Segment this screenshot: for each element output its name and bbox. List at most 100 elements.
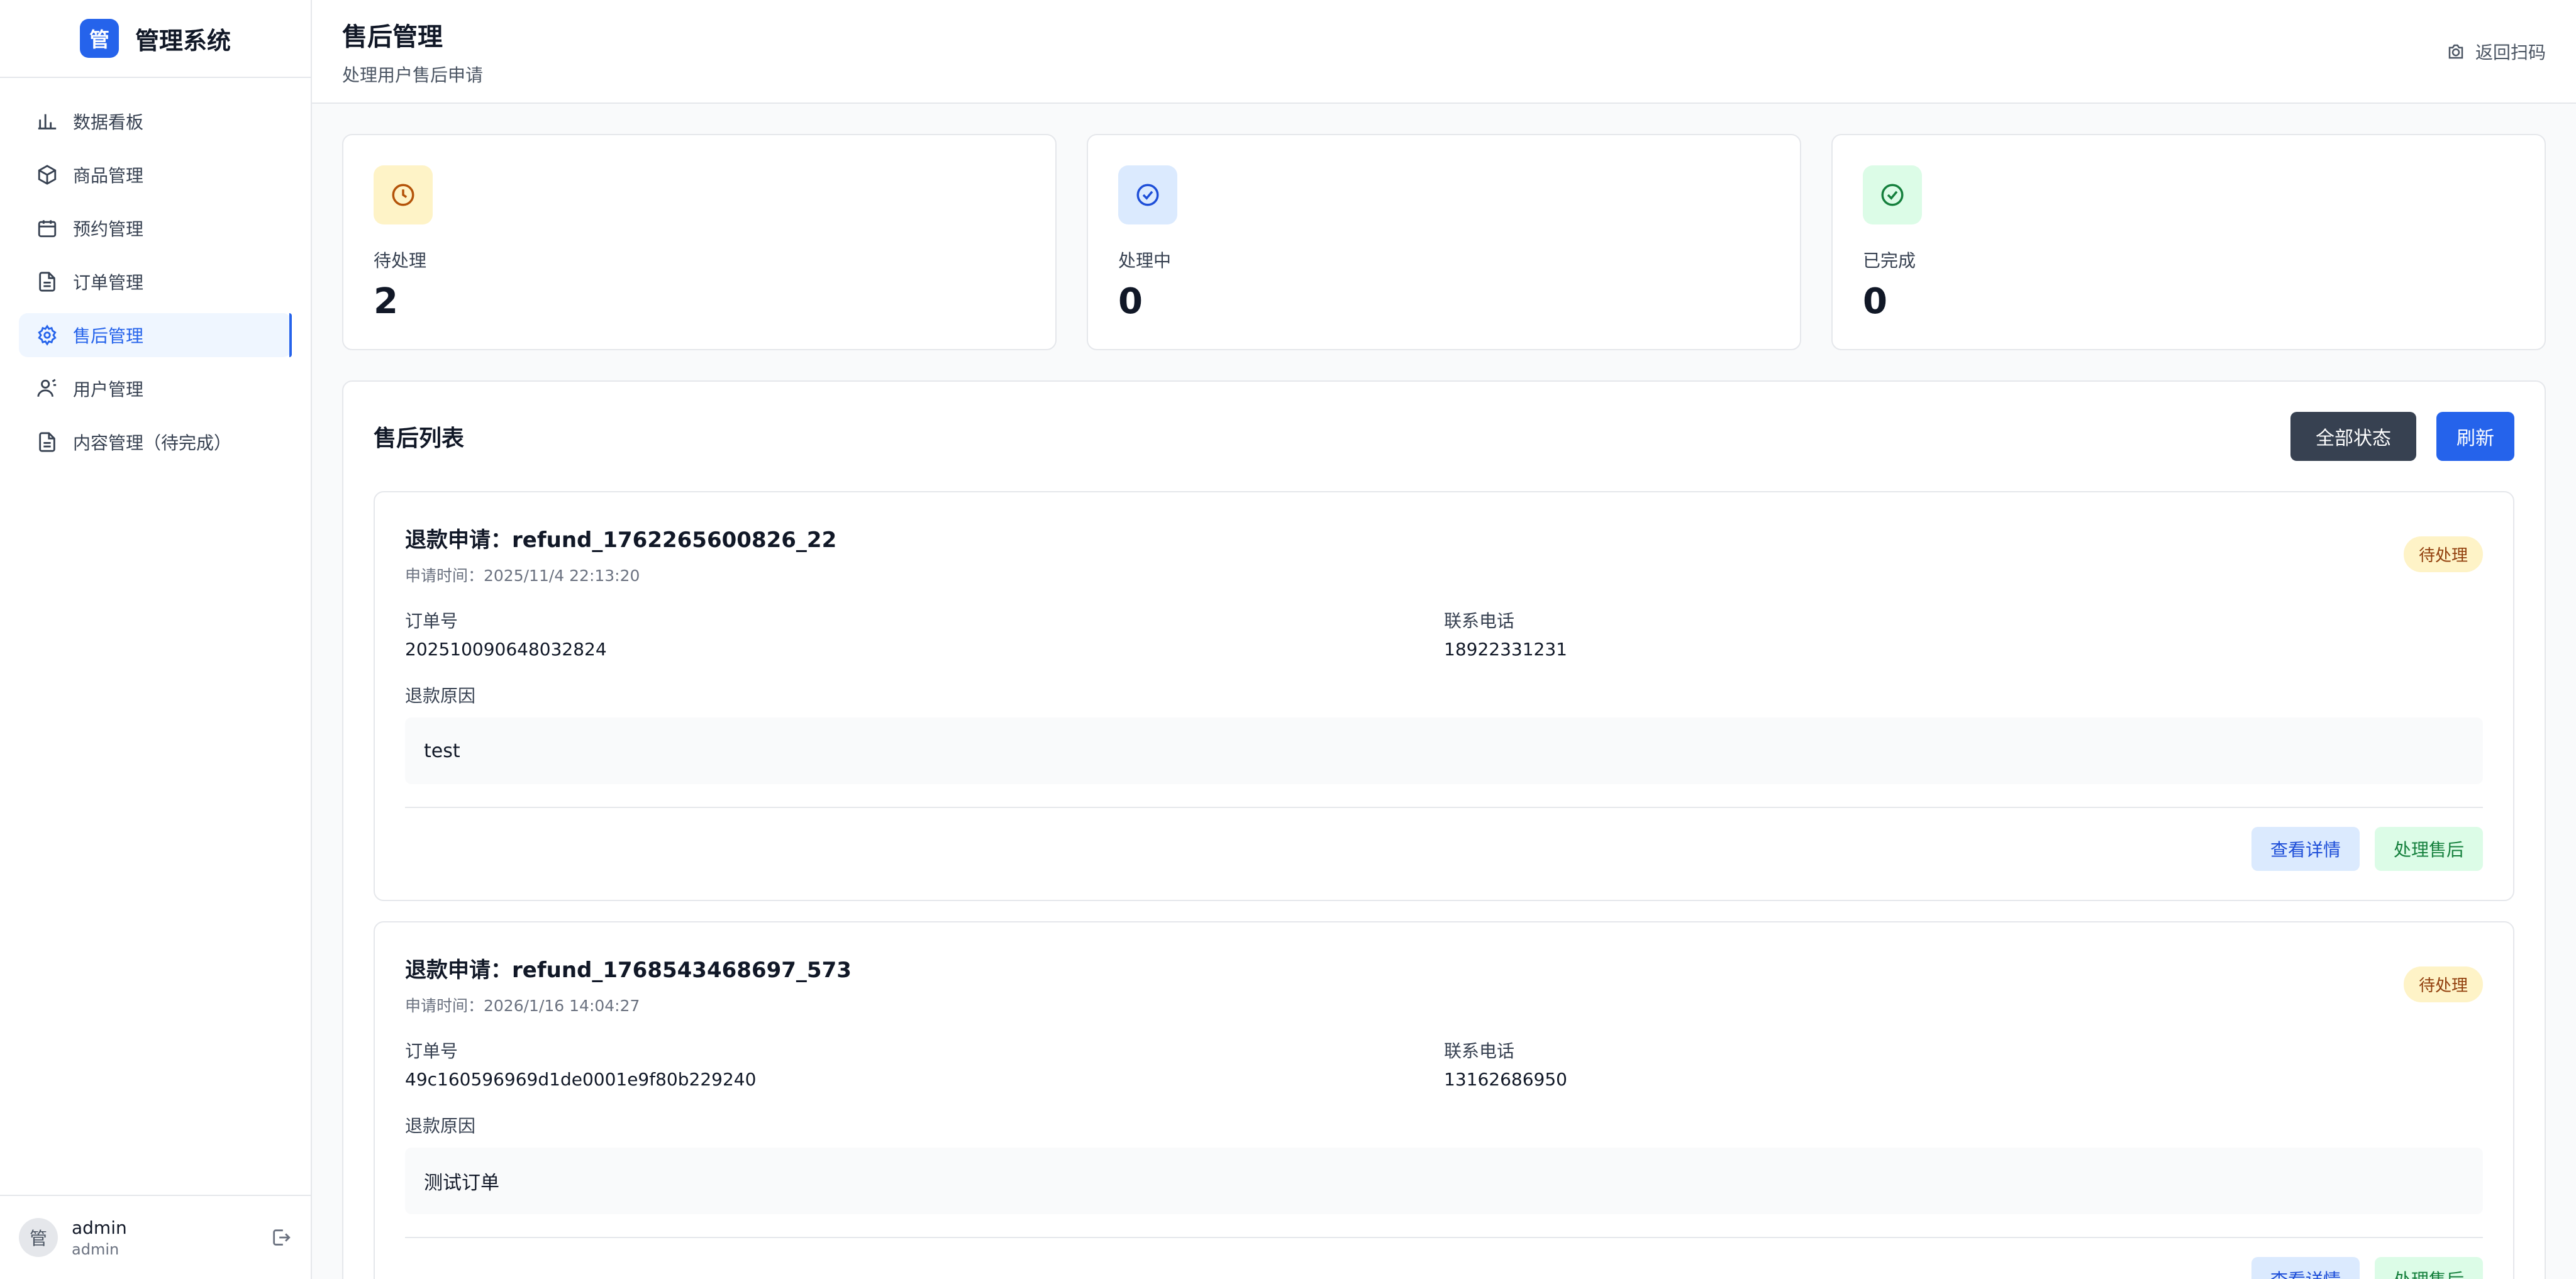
refund-time: 申请时间：2025/11/4 22:13:20 xyxy=(405,567,640,585)
check-circle-icon xyxy=(1136,184,1159,206)
card-divider xyxy=(405,807,2483,808)
stat-value: 0 xyxy=(1863,281,1887,322)
brand-logo: 管 xyxy=(79,19,119,58)
card-actions: 查看详情 处理售后 xyxy=(405,827,2483,871)
user-icon xyxy=(37,379,57,397)
phone-value: 13162686950 xyxy=(1444,1069,1567,1090)
page-title: 售后管理 xyxy=(342,22,443,52)
topbar: 售后管理 处理用户售后申请 返回扫码 xyxy=(312,0,2576,104)
sidebar-item-users[interactable]: 用户管理 xyxy=(19,367,292,411)
card-heading: 退款申请：refund_1762265600826_22 申请时间：2025/1… xyxy=(405,523,836,586)
refresh-button[interactable]: 刷新 xyxy=(2436,412,2514,461)
info-grid: 订单号 202510090648032824 联系电话 18922331231 xyxy=(405,607,2483,660)
sidebar: 管 管理系统 数据看板 商品管理 预约管理 订单管理 售后管理 用户管理 内容管… xyxy=(0,0,312,1279)
file-icon xyxy=(39,432,55,452)
reason-label: 退款原因 xyxy=(405,685,476,706)
check-circle-icon xyxy=(1881,184,1904,206)
list-title: 售后列表 xyxy=(374,426,465,451)
order-no-label: 订单号 xyxy=(405,611,458,631)
process-after-sale-button[interactable]: 处理售后 xyxy=(2374,1257,2483,1279)
camera-icon xyxy=(2448,44,2463,58)
order-no-label: 订单号 xyxy=(405,1041,458,1061)
app-root: 管 管理系统 数据看板 商品管理 预约管理 订单管理 售后管理 用户管理 内容管… xyxy=(0,0,2576,1279)
process-after-sale-button[interactable]: 处理售后 xyxy=(2374,827,2483,871)
logout-icon[interactable] xyxy=(270,1227,292,1248)
reason-label: 退款原因 xyxy=(405,1116,476,1136)
sidebar-item-after-sales[interactable]: 售后管理 xyxy=(19,313,292,357)
brand-name: 管理系统 xyxy=(135,26,231,55)
user-info: admin admin xyxy=(72,1217,257,1258)
content: 待处理 2 处理中 0 已完成 0 售后列表 全部状态 刷新 退款申请：refu… xyxy=(312,104,2576,1279)
refund-title: 退款申请：refund_1768543468697_573 xyxy=(405,958,852,983)
bar-chart-icon xyxy=(38,114,57,130)
list-actions: 全部状态 刷新 xyxy=(2290,412,2514,461)
refund-card: 退款申请：refund_1768543468697_573 申请时间：2026/… xyxy=(374,921,2514,1279)
stat-card-completed: 已完成 0 xyxy=(1831,134,2546,350)
back-to-scan-button[interactable]: 返回扫码 xyxy=(2446,39,2546,64)
card-top: 退款申请：refund_1762265600826_22 申请时间：2025/1… xyxy=(405,523,2483,586)
sidebar-item-label: 内容管理（待完成） xyxy=(73,433,232,453)
order-no-field: 订单号 202510090648032824 xyxy=(405,607,1444,660)
avatar: 管 xyxy=(19,1218,58,1257)
box-icon xyxy=(38,165,57,185)
sidebar-item-label: 用户管理 xyxy=(73,379,144,400)
card-top: 退款申请：refund_1768543468697_573 申请时间：2026/… xyxy=(405,953,2483,1016)
brand: 管 管理系统 xyxy=(0,0,311,78)
list-header: 售后列表 全部状态 刷新 xyxy=(374,412,2514,461)
card-heading: 退款申请：refund_1768543468697_573 申请时间：2026/… xyxy=(405,953,852,1016)
stat-card-pending: 待处理 2 xyxy=(342,134,1057,350)
sidebar-item-label: 售后管理 xyxy=(73,326,144,346)
stat-card-processing: 处理中 0 xyxy=(1087,134,1801,350)
sidebar-item-products[interactable]: 商品管理 xyxy=(19,153,292,197)
phone-label: 联系电话 xyxy=(1444,611,1515,631)
sidebar-item-label: 数据看板 xyxy=(73,112,144,133)
sidebar-item-orders[interactable]: 订单管理 xyxy=(19,260,292,304)
status-filter-select[interactable]: 全部状态 xyxy=(2290,412,2416,461)
user-name: admin xyxy=(72,1217,127,1238)
user-bar: 管 admin admin xyxy=(0,1195,311,1279)
stat-icon-completed xyxy=(1863,165,1922,224)
calendar-icon xyxy=(38,220,57,238)
card-divider xyxy=(405,1237,2483,1238)
main: 售后管理 处理用户售后申请 返回扫码 待处理 2 处理中 0 已完成 0 售后列… xyxy=(312,0,2576,1279)
stat-value: 0 xyxy=(1118,281,1143,322)
stat-label: 已完成 xyxy=(1863,250,1916,271)
sidebar-item-reservations[interactable]: 预约管理 xyxy=(19,206,292,250)
phone-value: 18922331231 xyxy=(1444,639,1567,660)
reason-box: 测试订单 xyxy=(405,1148,2483,1214)
user-role: admin xyxy=(72,1240,119,1258)
view-detail-button[interactable]: 查看详情 xyxy=(2251,827,2360,871)
clock-icon xyxy=(392,184,414,206)
page-subtitle: 处理用户售后申请 xyxy=(342,64,484,86)
phone-field: 联系电话 18922331231 xyxy=(1444,607,2483,660)
refund-title: 退款申请：refund_1762265600826_22 xyxy=(405,528,837,553)
stat-icon-pending xyxy=(374,165,433,224)
sidebar-item-label: 商品管理 xyxy=(73,165,144,186)
stat-label: 处理中 xyxy=(1118,250,1172,271)
phone-label: 联系电话 xyxy=(1444,1041,1515,1061)
sidebar-nav: 数据看板 商品管理 预约管理 订单管理 售后管理 用户管理 内容管理（待完成） xyxy=(0,78,311,495)
sidebar-item-content[interactable]: 内容管理（待完成） xyxy=(19,420,292,464)
back-to-scan-label: 返回扫码 xyxy=(2475,42,2546,63)
stat-label: 待处理 xyxy=(374,250,427,271)
info-grid: 订单号 49c160596969d1de0001e9f80b229240 联系电… xyxy=(405,1038,2483,1090)
order-no-field: 订单号 49c160596969d1de0001e9f80b229240 xyxy=(405,1038,1444,1090)
phone-field: 联系电话 13162686950 xyxy=(1444,1038,2483,1090)
file-icon xyxy=(39,272,55,292)
status-badge: 待处理 xyxy=(2403,966,2483,1002)
sidebar-item-label: 订单管理 xyxy=(73,272,144,293)
reason-box: test xyxy=(405,717,2483,784)
sidebar-item-label: 预约管理 xyxy=(73,219,144,240)
sidebar-item-dashboard[interactable]: 数据看板 xyxy=(19,99,292,143)
status-badge: 待处理 xyxy=(2403,536,2483,572)
after-sales-list: 售后列表 全部状态 刷新 退款申请：refund_1762265600826_2… xyxy=(342,380,2546,1279)
stat-value: 2 xyxy=(374,281,398,322)
stats-row: 待处理 2 处理中 0 已完成 0 xyxy=(342,134,2546,350)
refund-time: 申请时间：2026/1/16 14:04:27 xyxy=(405,997,640,1015)
gear-icon xyxy=(38,324,57,346)
card-actions: 查看详情 处理售后 xyxy=(405,1257,2483,1279)
view-detail-button[interactable]: 查看详情 xyxy=(2251,1257,2360,1279)
order-no-value: 49c160596969d1de0001e9f80b229240 xyxy=(405,1069,757,1090)
page-heading: 售后管理 处理用户售后申请 xyxy=(342,16,483,87)
stat-icon-processing xyxy=(1118,165,1177,224)
